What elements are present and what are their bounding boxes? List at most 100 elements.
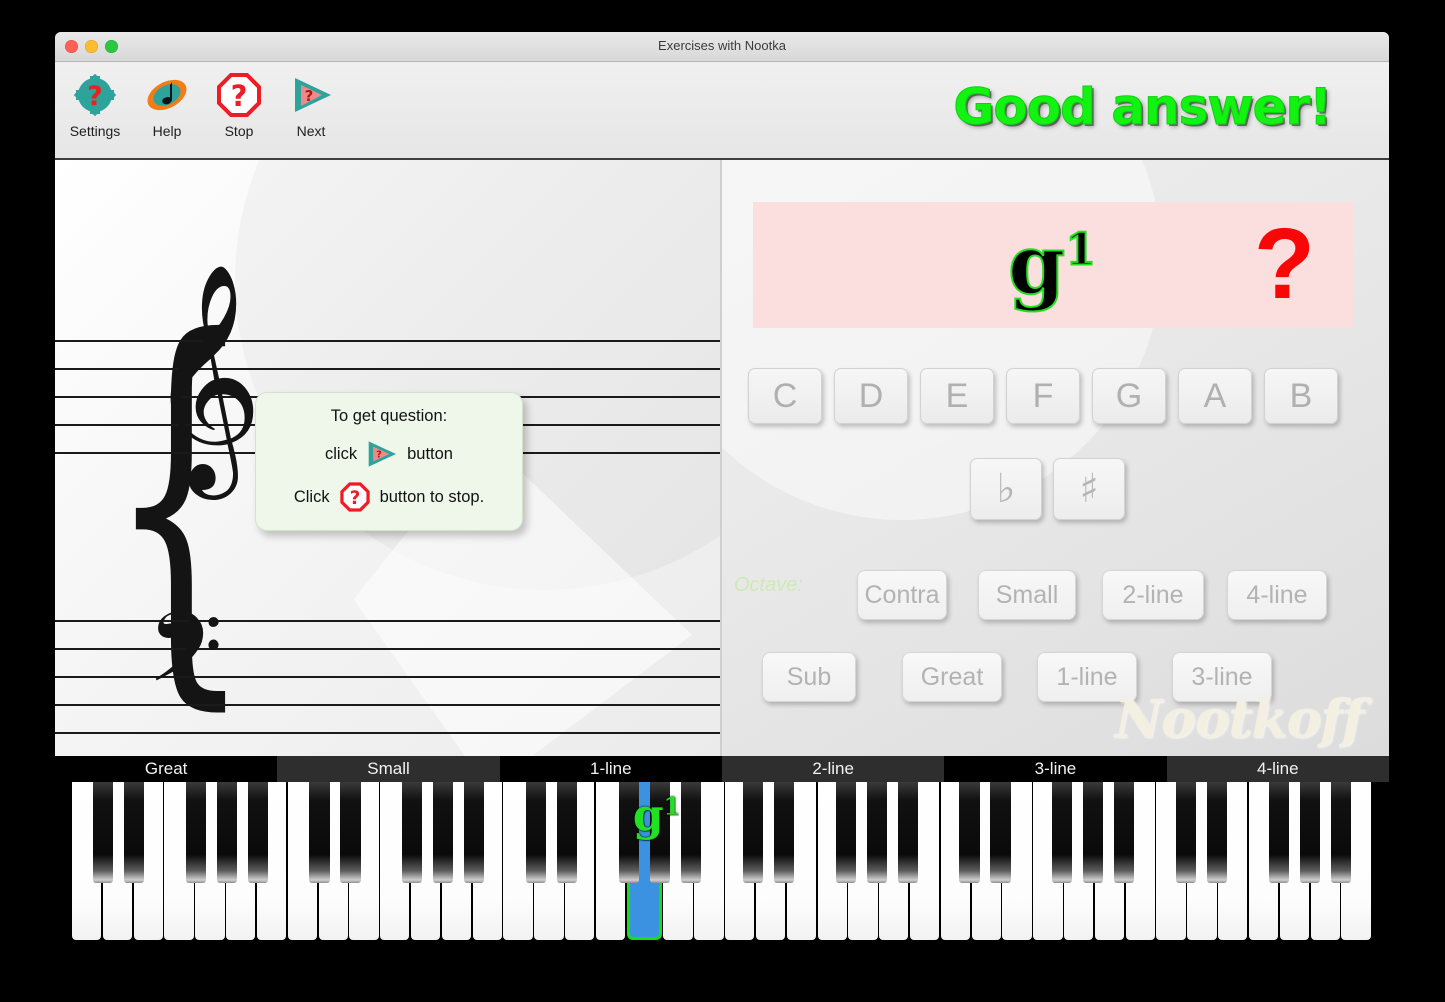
- piano-white-key[interactable]: [287, 782, 317, 940]
- sharp-button[interactable]: ♯: [1053, 458, 1125, 520]
- piano-white-key[interactable]: [318, 782, 348, 940]
- piano-white-key[interactable]: [164, 782, 194, 940]
- window-body: { 𝄞 𝄢 To get question: click ? button Cl…: [55, 160, 1389, 756]
- svg-text:?: ?: [349, 488, 360, 509]
- octave-button-sub[interactable]: Sub: [762, 652, 856, 702]
- piano-white-key[interactable]: [72, 782, 102, 940]
- note-button-e[interactable]: E: [920, 368, 994, 424]
- octave-watermark-label: Octave:: [734, 574, 803, 596]
- tooltip-stop-words: button to stop.: [379, 487, 485, 506]
- piano-white-key[interactable]: [755, 782, 786, 940]
- piano-white-key[interactable]: [1156, 782, 1186, 940]
- toolbar-label-stop: Stop: [224, 123, 254, 139]
- octave-button-4-line[interactable]: 4-line: [1227, 570, 1327, 620]
- toolbar-button-help[interactable]: Help: [131, 66, 203, 139]
- toolbar-button-next[interactable]: ? Next: [275, 66, 347, 139]
- next-triangle-question-icon: ?: [365, 439, 399, 469]
- piano-white-key[interactable]: [1187, 782, 1217, 940]
- toolbar-label-settings: Settings: [69, 123, 121, 139]
- piano-white-key[interactable]: [195, 782, 225, 940]
- toolbar-button-stop[interactable]: ? Stop: [203, 66, 275, 139]
- piano-white-keys[interactable]: [72, 782, 1372, 940]
- tooltip-line-2: click ? button: [272, 439, 506, 469]
- note-button-a[interactable]: A: [1178, 368, 1252, 424]
- accidental-buttons: ♭ ♯: [970, 458, 1125, 520]
- note-button-f[interactable]: F: [1006, 368, 1080, 424]
- toolbar-button-settings[interactable]: ? Settings: [59, 66, 131, 139]
- piano-white-key[interactable]: [226, 782, 256, 940]
- note-button-g[interactable]: G: [1092, 368, 1166, 424]
- piano-white-key[interactable]: [1310, 782, 1340, 940]
- piano-octave-label-4-line[interactable]: 4-line: [1166, 756, 1389, 782]
- piano-white-key[interactable]: [848, 782, 878, 940]
- note-button-d[interactable]: D: [834, 368, 908, 424]
- piano-white-key[interactable]: [595, 782, 626, 940]
- piano-white-key[interactable]: [725, 782, 755, 940]
- score-view[interactable]: { 𝄞 𝄢 To get question: click ? button Cl…: [55, 160, 722, 756]
- piano-white-key[interactable]: [1125, 782, 1155, 940]
- octave-button-2-line[interactable]: 2-line: [1102, 570, 1204, 620]
- question-mark-icon: ?: [1253, 208, 1315, 320]
- piano-key-label: g1: [632, 790, 681, 841]
- svg-text:?: ?: [87, 81, 103, 112]
- next-triangle-question-icon: ?: [288, 72, 334, 118]
- piano-white-key[interactable]: [380, 782, 410, 940]
- piano-white-key[interactable]: [1002, 782, 1032, 940]
- piano-white-key[interactable]: [1033, 782, 1063, 940]
- piano-white-key[interactable]: [909, 782, 940, 940]
- tooltip-line-1: To get question:: [330, 407, 448, 425]
- piano-octave-label-great[interactable]: Great: [55, 756, 278, 782]
- gear-question-icon: ?: [72, 72, 118, 118]
- piano-white-key[interactable]: [940, 782, 971, 940]
- app-root: Exercises with Nootka ? Settings Help ? …: [0, 0, 1445, 1002]
- piano-white-key[interactable]: [817, 782, 847, 940]
- instruction-tooltip: To get question: click ? button Click ? …: [255, 392, 523, 531]
- piano-octave-label-1-line[interactable]: 1-line: [499, 756, 722, 782]
- toolbar-items: ? Settings Help ? Stop ? Next: [59, 66, 347, 139]
- question-bar: g1 ?: [753, 202, 1353, 328]
- piano-white-key[interactable]: [472, 782, 502, 940]
- piano-white-key[interactable]: [102, 782, 133, 940]
- piano-white-key[interactable]: [879, 782, 909, 940]
- piano-white-key[interactable]: [1094, 782, 1125, 940]
- note-button-b[interactable]: B: [1264, 368, 1338, 424]
- piano-white-key[interactable]: [565, 782, 595, 940]
- piano-white-key[interactable]: [349, 782, 379, 940]
- piano-white-key[interactable]: [256, 782, 287, 940]
- toolbar-label-help: Help: [152, 123, 182, 139]
- piano-white-key[interactable]: [534, 782, 564, 940]
- piano-white-key[interactable]: [1248, 782, 1279, 940]
- piano-white-key[interactable]: [503, 782, 533, 940]
- question-note-letter: g: [1007, 217, 1066, 313]
- tooltip-button-word: button: [407, 444, 453, 463]
- piano-keys[interactable]: g1: [72, 782, 1372, 940]
- note-button-c[interactable]: C: [748, 368, 822, 424]
- piano-octave-label-small[interactable]: Small: [277, 756, 500, 782]
- flat-button[interactable]: ♭: [970, 458, 1042, 520]
- treble-clef-icon: 𝄞: [147, 262, 263, 490]
- tooltip-line-3: Click ? button to stop.: [272, 482, 506, 512]
- piano-white-key[interactable]: [133, 782, 163, 940]
- piano-white-key[interactable]: [441, 782, 472, 940]
- octave-button-contra[interactable]: Contra: [857, 570, 947, 620]
- note-name-buttons: C D E F G A B: [748, 368, 1338, 424]
- octave-button-small[interactable]: Small: [978, 570, 1076, 620]
- piano-white-key[interactable]: [971, 782, 1001, 940]
- piano-white-key[interactable]: [1218, 782, 1248, 940]
- piano-white-key[interactable]: [1341, 782, 1371, 940]
- piano-keyboard[interactable]: Great Small 1-line 2-line 3-line 4-line …: [55, 756, 1389, 946]
- piano-white-key[interactable]: [786, 782, 816, 940]
- toolbar-label-next: Next: [296, 123, 326, 139]
- piano-octave-label-3-line[interactable]: 3-line: [944, 756, 1167, 782]
- piano-octave-label-2-line[interactable]: 2-line: [721, 756, 945, 782]
- bass-clef-icon: 𝄢: [147, 590, 223, 728]
- tooltip-click2-word: Click: [293, 487, 330, 506]
- piano-white-key[interactable]: [1064, 782, 1094, 940]
- piano-white-key[interactable]: [410, 782, 441, 940]
- piano-white-key[interactable]: [694, 782, 724, 940]
- staff-line: [55, 732, 720, 734]
- svg-text:?: ?: [305, 87, 314, 105]
- octave-button-great[interactable]: Great: [902, 652, 1002, 702]
- svg-text:?: ?: [231, 79, 248, 113]
- piano-white-key[interactable]: [1279, 782, 1309, 940]
